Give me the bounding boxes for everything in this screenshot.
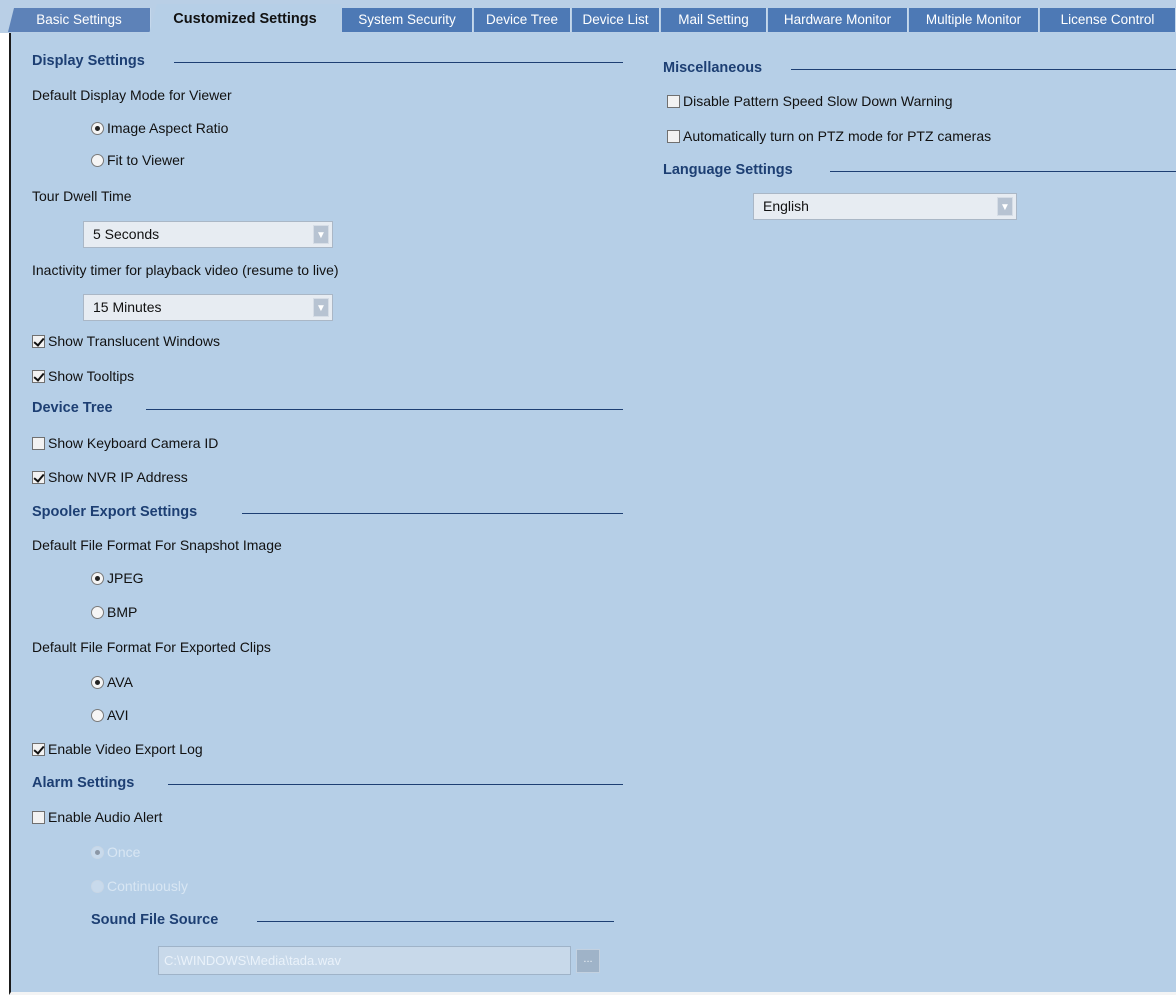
radio-avi[interactable]: AVI [91,707,129,723]
display-settings-heading: Display Settings [32,53,145,69]
sound-file-path-input[interactable]: C:\WINDOWS\Media\tada.wav [158,946,571,975]
checkbox[interactable] [32,470,45,484]
tab-strip: Basic Settings Customized Settings Syste… [0,0,1176,34]
radio-button[interactable] [91,571,104,585]
section-divider [830,171,1176,172]
checkbox[interactable] [667,94,680,108]
snapshot-format-label: Default File Format For Snapshot Image [32,537,282,553]
checkbox-label: Show Keyboard Camera ID [48,435,219,451]
spooler-export-heading: Spooler Export Settings [32,504,198,520]
checkbox-label: Disable Pattern Speed Slow Down Warning [683,93,953,109]
radio-button[interactable] [91,153,104,167]
checkbox-enable-audio-alert[interactable]: Enable Audio Alert [32,809,162,825]
tab-license-control[interactable]: License Control [1040,8,1176,32]
radio-jpeg[interactable]: JPEG [91,570,144,586]
radio-label: Once [107,844,141,860]
tab-device-tree[interactable]: Device Tree [474,8,571,32]
chevron-down-icon[interactable]: ▼ [997,197,1013,216]
section-divider [174,62,623,63]
tab-hardware-monitor[interactable]: Hardware Monitor [768,8,908,32]
section-divider [242,513,623,514]
radio-label: BMP [107,604,138,620]
checkbox-show-tooltips[interactable]: Show Tooltips [32,368,134,384]
checkbox[interactable] [32,334,45,348]
tab-multiple-monitor[interactable]: Multiple Monitor [909,8,1039,32]
clips-format-label: Default File Format For Exported Clips [32,639,271,655]
chevron-down-icon[interactable]: ▼ [313,298,329,317]
tab-customized-settings[interactable]: Customized Settings [149,4,341,34]
language-select[interactable]: English ▼ [753,193,1017,220]
radio-label: AVA [107,674,133,690]
inactivity-timer-label: Inactivity timer for playback video (res… [32,262,339,278]
checkbox[interactable] [32,742,45,756]
tab-basic-settings[interactable]: Basic Settings [8,8,151,32]
section-divider [257,921,614,922]
radio-image-aspect-ratio[interactable]: Image Aspect Ratio [91,120,228,136]
checkbox-show-translucent-windows[interactable]: Show Translucent Windows [32,333,220,349]
chevron-down-icon[interactable]: ▼ [313,225,329,244]
tour-dwell-select[interactable]: 5 Seconds ▼ [83,221,333,248]
language-settings-heading: Language Settings [663,162,793,178]
radio-button[interactable] [91,845,104,859]
checkbox-auto-ptz-mode[interactable]: Automatically turn on PTZ mode for PTZ c… [667,128,991,144]
radio-once[interactable]: Once [91,844,140,860]
checkbox[interactable] [32,436,45,450]
radio-button[interactable] [91,708,104,722]
alarm-settings-heading: Alarm Settings [32,775,135,791]
inactivity-timer-value: 15 Minutes [93,299,162,315]
tab-system-security[interactable]: System Security [342,8,473,32]
radio-button[interactable] [91,121,104,135]
checkbox-disable-pattern-speed-warning[interactable]: Disable Pattern Speed Slow Down Warning [667,93,953,109]
settings-panel: Display Settings Default Display Mode fo… [9,33,1176,995]
tour-dwell-value: 5 Seconds [93,226,160,242]
radio-label: Continuously [107,878,188,894]
checkbox-label: Show Tooltips [48,368,135,384]
radio-bmp[interactable]: BMP [91,604,137,620]
radio-label: JPEG [107,570,144,586]
radio-button[interactable] [91,605,104,619]
radio-button[interactable] [91,879,104,893]
inactivity-timer-select[interactable]: 15 Minutes ▼ [83,294,333,321]
browse-button[interactable]: ... [576,949,600,973]
checkbox[interactable] [32,810,45,824]
section-divider [146,409,623,410]
checkbox[interactable] [667,129,680,143]
checkbox-enable-video-export-log[interactable]: Enable Video Export Log [32,741,203,757]
tour-dwell-label: Tour Dwell Time [32,188,132,204]
radio-label: AVI [107,707,129,723]
sound-file-source-heading: Sound File Source [91,912,219,928]
tab-mail-setting[interactable]: Mail Setting [661,8,767,32]
language-value: English [763,198,809,214]
section-divider [168,784,623,785]
display-mode-label: Default Display Mode for Viewer [32,87,232,103]
checkbox-label: Show NVR IP Address [48,469,188,485]
device-tree-heading: Device Tree [32,400,113,416]
checkbox[interactable] [32,369,45,383]
checkbox-label: Enable Video Export Log [48,741,203,757]
tab-device-list[interactable]: Device List [572,8,660,32]
radio-ava[interactable]: AVA [91,674,133,690]
checkbox-label: Automatically turn on PTZ mode for PTZ c… [683,128,992,144]
miscellaneous-heading: Miscellaneous [663,60,763,76]
radio-button[interactable] [91,675,104,689]
radio-label: Image Aspect Ratio [107,120,229,136]
radio-fit-to-viewer[interactable]: Fit to Viewer [91,152,185,168]
checkbox-label: Show Translucent Windows [48,333,220,349]
checkbox-label: Enable Audio Alert [48,809,163,825]
checkbox-show-nvr-ip-address[interactable]: Show NVR IP Address [32,469,188,485]
checkbox-show-keyboard-camera-id[interactable]: Show Keyboard Camera ID [32,435,218,451]
radio-continuously[interactable]: Continuously [91,878,188,894]
radio-label: Fit to Viewer [107,152,185,168]
section-divider [791,69,1176,70]
